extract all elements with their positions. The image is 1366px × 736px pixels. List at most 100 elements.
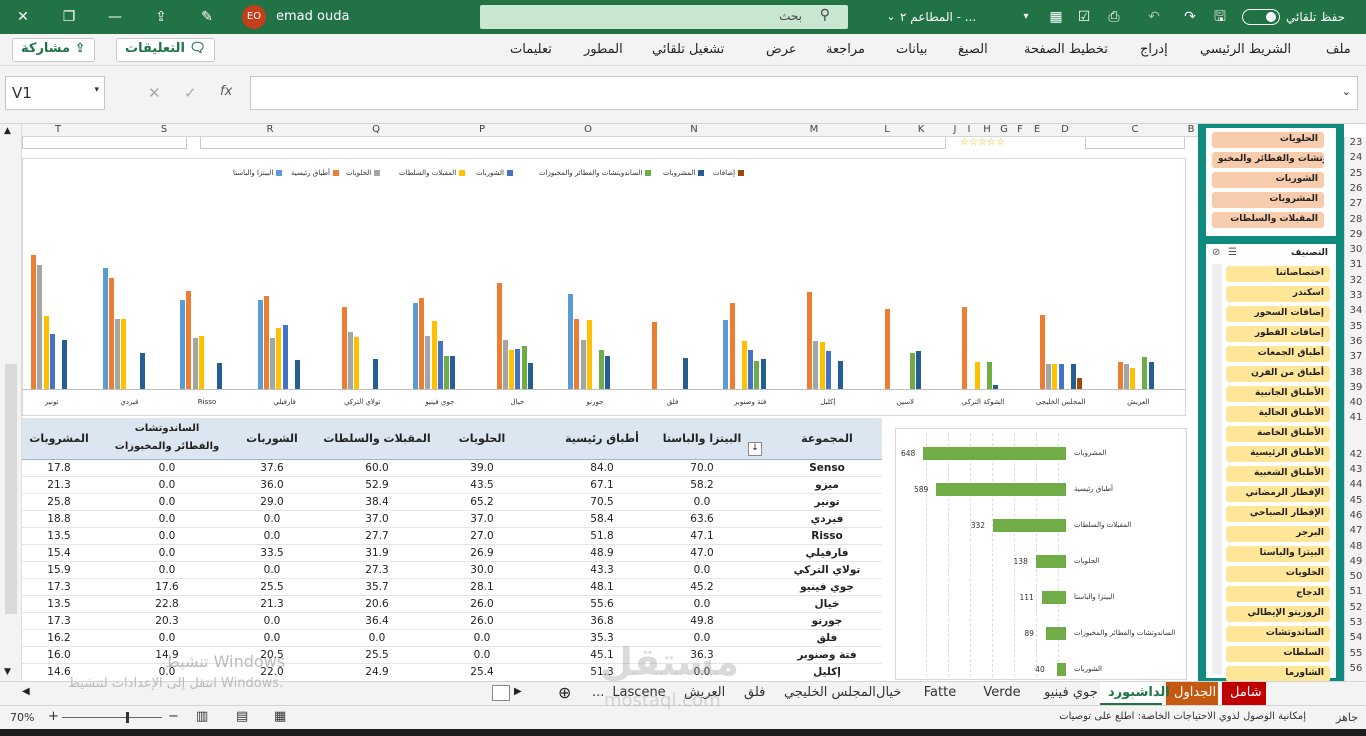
row-header[interactable]: 55	[1345, 648, 1366, 659]
table-row[interactable]: Senso 70.0 84.0 39.0 60.0 37.6 0.0 17.8	[22, 460, 882, 477]
chart-bar[interactable]	[108, 278, 114, 389]
column-header[interactable]: T	[50, 124, 66, 135]
vertical-scrollbar[interactable]: ▲ ▼	[0, 124, 22, 681]
enter-icon[interactable]: ✓	[184, 84, 197, 102]
menu-file[interactable]: ملف	[1326, 42, 1351, 57]
menu-home[interactable]: الشريط الرئيسي	[1200, 42, 1291, 57]
slicer-item[interactable]: الروزيتو الإيطالي	[1226, 606, 1330, 622]
row-header[interactable]: 37	[1345, 351, 1366, 362]
chart-bar[interactable]	[431, 321, 437, 389]
page-break-view-icon[interactable]: ▥	[196, 709, 208, 724]
table-row[interactable]: فلق 0.0 35.3 0.0 0.0 0.0 0.0 16.2	[22, 630, 882, 647]
table-row[interactable]: فارفيلي 47.0 48.9 26.9 31.9 33.5 0.0 15.4	[22, 545, 882, 562]
table-row[interactable]: ميزو 58.2 67.1 43.5 52.9 36.0 0.0 21.3	[22, 477, 882, 494]
chart-bar[interactable]	[1046, 364, 1052, 389]
chart-bar[interactable]	[652, 321, 657, 389]
row-header[interactable]: 41	[1345, 412, 1366, 423]
redo-icon[interactable]: ↷	[1180, 7, 1200, 27]
chart-bar[interactable]	[586, 319, 592, 389]
slicer-item[interactable]: الأطباق الحالية	[1226, 406, 1330, 422]
sheet-tab[interactable]: الجداول	[1166, 682, 1218, 705]
scroll-down-icon[interactable]: ▼	[4, 667, 11, 677]
row-header[interactable]: 44	[1345, 479, 1366, 490]
slicer-item[interactable]: الأطباق الخاصة	[1226, 426, 1330, 442]
chart-bar[interactable]	[807, 291, 813, 389]
slicer-item[interactable]: إضافات الفطور	[1226, 326, 1330, 342]
slicer-category[interactable]: التصنيف ☰ ⊘ اختصاصاتنا اسكندر إضافات السحو…	[1206, 244, 1336, 682]
formula-input[interactable]: ⌄	[250, 76, 1358, 110]
column-header[interactable]: I	[961, 124, 977, 135]
slicer-item[interactable]: البيتزا والباستا	[1226, 546, 1330, 562]
menu-formulas[interactable]: الصيغ	[958, 42, 988, 57]
row-header[interactable]: 47	[1345, 525, 1366, 536]
row-header[interactable]: 32	[1345, 275, 1366, 286]
row-header[interactable]: 24	[1345, 152, 1366, 163]
slicer-item[interactable]: الحلويات	[1212, 132, 1324, 148]
avatar[interactable]: EO	[242, 5, 266, 29]
check-doc-icon[interactable]: ☑	[1074, 7, 1094, 27]
hbar[interactable]	[1041, 591, 1066, 604]
sheet-tab[interactable]: فلق	[736, 682, 772, 705]
normal-view-icon[interactable]: ▦	[274, 709, 286, 724]
menu-developer[interactable]: المطور	[584, 42, 623, 57]
slicer-item[interactable]: الحلويات	[1226, 566, 1330, 582]
table-row[interactable]: فتة وصنوبر 36.3 45.1 0.0 25.5 20.5 14.9 16.0	[22, 647, 882, 664]
zoom-level[interactable]: 70%	[10, 711, 34, 724]
chart-bar[interactable]	[372, 358, 378, 389]
cancel-icon[interactable]: ✕	[148, 84, 161, 102]
slicer-item[interactable]: السلطات	[1226, 646, 1330, 662]
slicer-item[interactable]: اسكندر	[1226, 286, 1330, 302]
scroll-right-icon[interactable]: ▶	[514, 686, 522, 697]
chart-bar[interactable]	[974, 362, 980, 389]
chart-bar[interactable]	[121, 318, 127, 389]
slicer-scrollbar[interactable]	[1212, 264, 1222, 674]
chart-bar[interactable]	[139, 353, 145, 389]
chart-bar[interactable]	[425, 335, 431, 389]
sheet-tab[interactable]: شامل	[1222, 682, 1266, 705]
chart-bar[interactable]	[257, 299, 263, 389]
row-header[interactable]: 53	[1345, 617, 1366, 628]
row-header[interactable]: 27	[1345, 198, 1366, 209]
chart-bar[interactable]	[987, 362, 993, 389]
ribbon-display-icon[interactable]: ⇪	[150, 7, 172, 27]
share-button[interactable]: مشاركة ⇪	[12, 38, 95, 62]
comments-button[interactable]: التعليقات 🗨	[116, 38, 215, 62]
sheet-tab[interactable]: Verde	[972, 682, 1032, 705]
chart-bar[interactable]	[102, 268, 108, 389]
slicer-item[interactable]: أطباق من الفرن	[1226, 366, 1330, 382]
chart-bar[interactable]	[419, 297, 425, 389]
row-header[interactable]: 43	[1345, 464, 1366, 475]
chart-bar[interactable]	[264, 296, 269, 389]
chart-bar[interactable]	[754, 360, 760, 389]
column-header[interactable]: O	[580, 124, 596, 135]
column-header[interactable]: L	[879, 124, 895, 135]
chart-bar[interactable]	[49, 333, 55, 389]
table-row[interactable]: فيردي 63.6 58.4 37.0 37.0 0.0 0.0 18.8	[22, 511, 882, 528]
row-header[interactable]: 42	[1345, 449, 1366, 460]
chart-bar[interactable]	[276, 328, 282, 389]
user-name[interactable]: emad ouda	[276, 7, 349, 27]
chart-bar[interactable]	[760, 358, 766, 389]
chart-bar[interactable]	[884, 309, 890, 389]
zoom-out-icon[interactable]: −	[168, 709, 179, 724]
row-header[interactable]: 51	[1345, 586, 1366, 597]
row-header[interactable]: 35	[1345, 321, 1366, 332]
chart-bar[interactable]	[509, 349, 515, 389]
qat-more-icon[interactable]: ▾	[1020, 7, 1032, 27]
scroll-left-icon[interactable]: ◀	[22, 686, 30, 697]
chart-bar[interactable]	[742, 340, 747, 389]
column-header[interactable]: H	[979, 124, 995, 135]
hbar[interactable]	[1057, 663, 1066, 676]
column-header[interactable]: R	[262, 124, 278, 135]
row-header[interactable]: 26	[1345, 183, 1366, 194]
column-header[interactable]: N	[686, 124, 702, 135]
column-header[interactable]: K	[913, 124, 929, 135]
zoom-in-icon[interactable]: +	[48, 709, 59, 724]
chart-bar[interactable]	[115, 318, 120, 389]
chart-bar[interactable]	[295, 359, 300, 389]
row-header[interactable]: 38	[1345, 367, 1366, 378]
hbar[interactable]	[923, 447, 1066, 460]
slicer-item[interactable]: الإفطار الصباحي	[1226, 506, 1330, 522]
sheet-tab[interactable]: Fatte	[914, 682, 966, 705]
table-row[interactable]: جوي فينيو 45.2 48.1 28.1 35.7 25.5 17.6 17.3	[22, 579, 882, 596]
